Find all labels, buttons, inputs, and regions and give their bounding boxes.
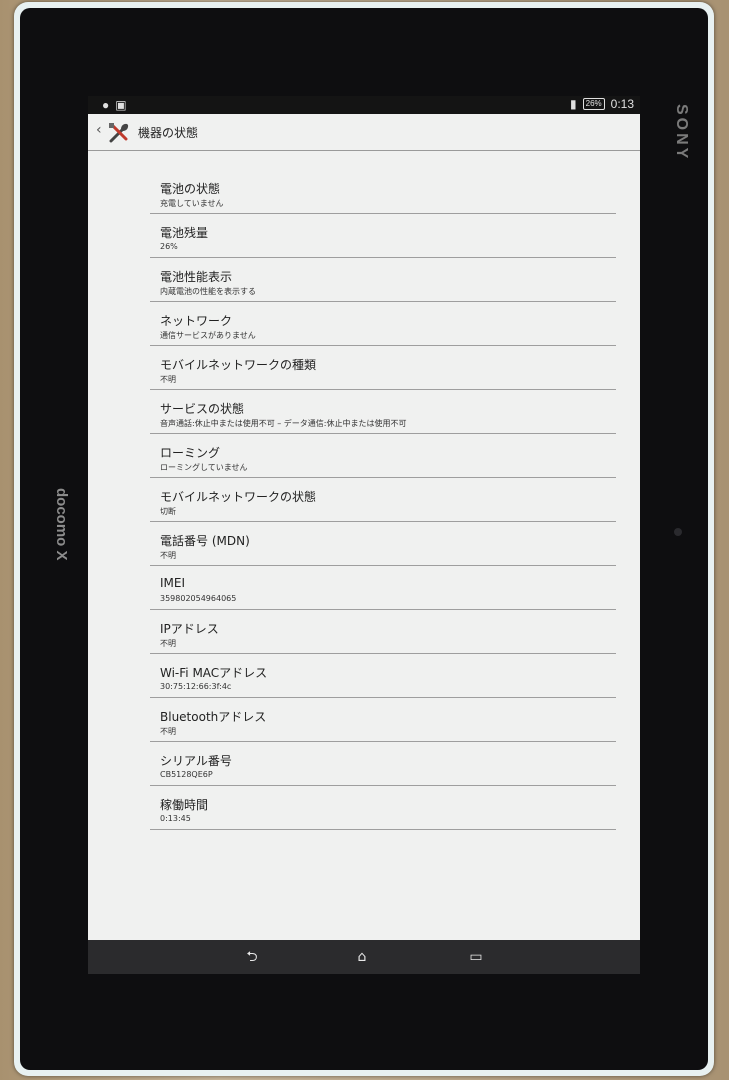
item-title: Bluetoothアドレス (160, 710, 267, 724)
item-title: ローミング (160, 446, 221, 460)
item-title: 電池残量 (160, 226, 209, 240)
item-title: サービスの状態 (160, 402, 245, 416)
notification-icon: ▣ (115, 98, 127, 112)
action-bar: ‹ 機器の状態 (88, 114, 640, 151)
list-item-serial-number[interactable]: シリアル番号 CB5128QE6P (150, 742, 616, 786)
item-summary: 不明 (160, 727, 176, 736)
alert-icon: ● (102, 98, 110, 112)
item-title: ネットワーク (160, 314, 233, 328)
list-item-uptime[interactable]: 稼働時間 0:13:45 (150, 786, 616, 830)
front-camera (674, 528, 682, 536)
status-list: 電池の状態 充電していません 電池残量 26% 電池性能表示 内蔵電池の性能を表… (150, 170, 616, 830)
screen: ● ▣ ▮ 26% 0:13 ‹ 機器の状態 電池の状態 充電していません 電池… (88, 96, 640, 974)
item-summary: 359802054964065 (160, 594, 237, 603)
status-bar: ● ▣ ▮ 26% 0:13 (88, 96, 640, 114)
item-summary: 通信サービスがありません (160, 331, 256, 340)
item-summary: 充電していません (160, 199, 224, 208)
item-summary: CB5128QE6P (160, 770, 213, 779)
list-item-bluetooth-address[interactable]: Bluetoothアドレス 不明 (150, 698, 616, 742)
list-item-service-state[interactable]: サービスの状態 音声通話:休止中または使用不可 – データ通信:休止中または使用… (150, 390, 616, 434)
item-summary: 切断 (160, 507, 176, 516)
up-navigation-icon[interactable]: ‹ (96, 122, 102, 138)
list-item-wifi-mac[interactable]: Wi-Fi MACアドレス 30:75:12:66:3f:4c (150, 654, 616, 698)
list-item-battery-status[interactable]: 電池の状態 充電していません (150, 170, 616, 214)
item-summary: 不明 (160, 551, 176, 560)
item-title: 電池の状態 (160, 182, 221, 196)
navigation-bar: ⮌ ⌂ ▭ (88, 940, 640, 974)
item-title: IMEI (160, 576, 186, 590)
item-summary: 不明 (160, 375, 176, 384)
list-item-imei[interactable]: IMEI 359802054964065 (150, 566, 616, 610)
list-item-mobile-network-state[interactable]: モバイルネットワークの状態 切断 (150, 478, 616, 522)
clock: 0:13 (610, 97, 634, 111)
item-title: モバイルネットワークの状態 (160, 490, 317, 504)
battery-indicator: 26% (582, 98, 605, 110)
item-summary: 音声通話:休止中または使用不可 – データ通信:休止中または使用不可 (160, 419, 407, 428)
item-summary: 26% (160, 242, 178, 251)
item-summary: 不明 (160, 639, 176, 648)
page-title: 機器の状態 (138, 126, 199, 140)
list-item-roaming[interactable]: ローミング ローミングしていません (150, 434, 616, 478)
list-item-mobile-network-type[interactable]: モバイルネットワークの種類 不明 (150, 346, 616, 390)
item-title: モバイルネットワークの種類 (160, 358, 317, 372)
brand-logo: SONY (673, 104, 690, 162)
back-icon[interactable]: ⮌ (242, 948, 262, 966)
item-summary: ローミングしていません (160, 463, 248, 472)
list-item-ip-address[interactable]: IPアドレス 不明 (150, 610, 616, 654)
item-title: 電話番号 (MDN) (160, 534, 250, 548)
item-summary: 30:75:12:66:3f:4c (160, 682, 232, 691)
item-title: Wi-Fi MACアドレス (160, 666, 268, 680)
sim-icon: ▮ (570, 97, 577, 111)
list-item-network[interactable]: ネットワーク 通信サービスがありません (150, 302, 616, 346)
item-title: 電池性能表示 (160, 270, 233, 284)
recent-apps-icon[interactable]: ▭ (466, 948, 486, 966)
item-title: シリアル番号 (160, 754, 232, 768)
home-icon[interactable]: ⌂ (352, 948, 372, 966)
list-item-phone-number[interactable]: 電話番号 (MDN) 不明 (150, 522, 616, 566)
item-title: IPアドレス (160, 622, 219, 636)
carrier-logo: docomo X (53, 488, 70, 561)
item-title: 稼働時間 (160, 798, 209, 812)
list-item-battery-performance[interactable]: 電池性能表示 内蔵電池の性能を表示する (150, 258, 616, 302)
list-item-battery-level[interactable]: 電池残量 26% (150, 214, 616, 258)
tools-icon (109, 123, 129, 143)
item-summary: 0:13:45 (160, 814, 191, 823)
item-summary: 内蔵電池の性能を表示する (160, 287, 256, 296)
